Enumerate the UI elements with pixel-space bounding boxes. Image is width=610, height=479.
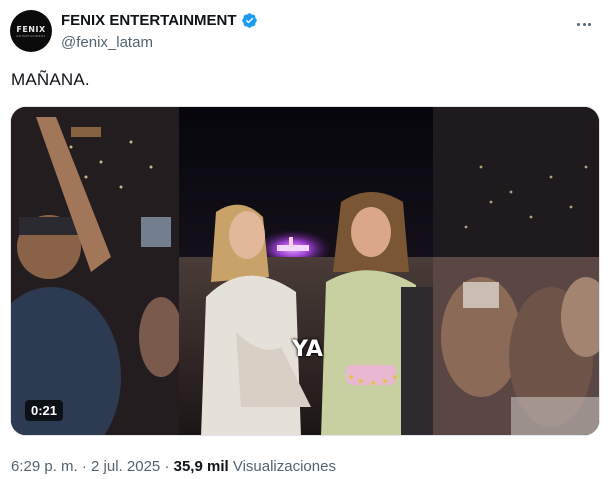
more-options-button[interactable] [572,12,596,36]
video-caption: YA [292,337,323,362]
tweet-date[interactable]: 2 jul. 2025 [91,458,160,475]
tweet: FENIX ENTERTAINMENT FENIX ENTERTAINMENT … [0,0,610,479]
verified-badge-icon[interactable] [241,12,258,29]
more-horizontal-icon [577,22,580,26]
author-avatar[interactable]: FENIX ENTERTAINMENT [10,10,52,52]
video-player[interactable]: YA 0:21 [10,106,600,436]
author-name-row: FENIX ENTERTAINMENT [61,12,258,29]
meta-separator: · [164,458,170,475]
views-label: Visualizaciones [232,458,336,475]
tweet-time[interactable]: 6:29 p. m. [11,458,78,475]
video-duration-badge: 0:21 [25,400,64,421]
meta-separator: · [81,458,87,475]
author-display-name[interactable]: FENIX ENTERTAINMENT [61,12,237,29]
tweet-text: MAÑANA. [11,70,90,89]
views-count: 35,9 mil [173,458,229,475]
avatar-logo-sub: ENTERTAINMENT [16,33,46,38]
more-dot [582,22,586,26]
author-handle[interactable]: @fenix_latam [61,34,153,51]
video-frame [11,107,599,435]
tweet-meta: 6:29 p. m. · 2 jul. 2025 · 35,9 mil Visu… [11,458,336,475]
more-dot [588,22,591,26]
avatar-logo-text: FENIX [16,24,46,34]
